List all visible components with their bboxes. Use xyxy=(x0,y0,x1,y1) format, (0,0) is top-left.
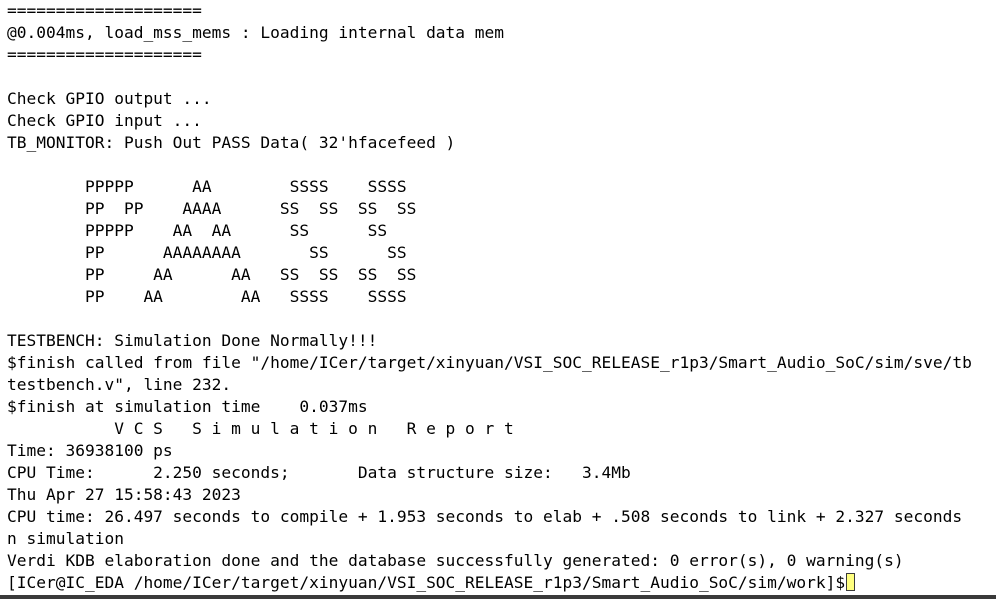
output-line: Thu Apr 27 15:58:43 2023 xyxy=(7,485,241,504)
output-line: TESTBENCH: Simulation Done Normally!!! xyxy=(7,331,378,350)
output-line: ==================== xyxy=(7,45,202,64)
output-line: CPU Time: 2.250 seconds; Data structure … xyxy=(7,463,631,482)
output-line: Verdi KDB elaboration done and the datab… xyxy=(7,551,904,570)
pass-banner-line: PP AA AA SSSS SSSS xyxy=(7,287,407,306)
pass-banner-line: PP AAAAAAAA SS SS xyxy=(7,243,407,262)
report-title-line: V C S S i m u l a t i o n R e p o r t xyxy=(7,419,514,438)
prompt-line[interactable]: [ICer@IC_EDA /home/ICer/target/xinyuan/V… xyxy=(7,572,996,594)
output-line: $finish called from file "/home/ICer/tar… xyxy=(7,353,972,372)
output-line: TB_MONITOR: Push Out PASS Data( 32'hface… xyxy=(7,133,456,152)
output-line: Check GPIO output ... xyxy=(7,89,212,108)
output-line: n simulation xyxy=(7,529,124,548)
output-line: CPU time: 26.497 seconds to compile + 1.… xyxy=(7,507,963,526)
output-line: Check GPIO input ... xyxy=(7,111,202,130)
shell-prompt: [ICer@IC_EDA /home/ICer/target/xinyuan/V… xyxy=(7,573,846,592)
terminal-output: ==================== @0.004ms, load_mss_… xyxy=(7,0,996,594)
output-line: $finish at simulation time 0.037ms xyxy=(7,397,368,416)
terminal-window[interactable]: ==================== @0.004ms, load_mss_… xyxy=(0,0,996,599)
output-line: ==================== xyxy=(7,1,202,20)
pass-banner-line: PPPPP AA SSSS SSSS xyxy=(7,177,407,196)
output-line: Time: 36938100 ps xyxy=(7,441,173,460)
output-line: @0.004ms, load_mss_mems : Loading intern… xyxy=(7,23,505,42)
pass-banner-line: PPPPP AA AA SS SS xyxy=(7,221,388,240)
output-line: testbench.v", line 232. xyxy=(7,375,232,394)
pass-banner-line: PP AA AA SS SS SS SS xyxy=(7,265,417,284)
pass-banner-line: PP PP AAAA SS SS SS SS xyxy=(7,199,417,218)
text-cursor[interactable] xyxy=(846,573,856,591)
